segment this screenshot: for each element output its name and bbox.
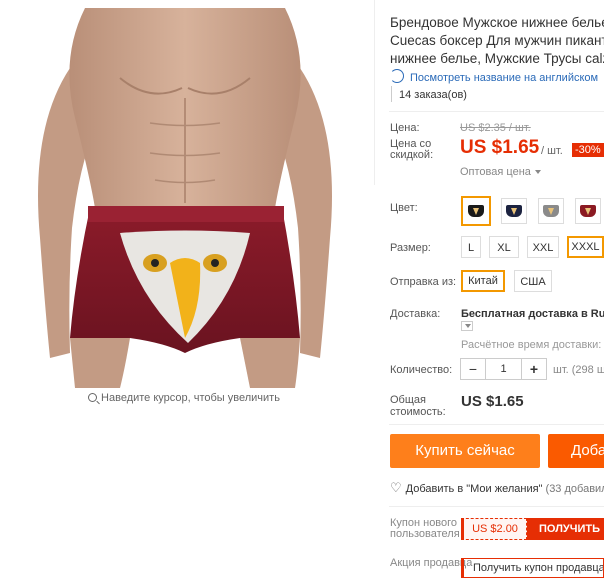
discount-price-label: Цена со скидкой: xyxy=(390,138,434,161)
swatch-image xyxy=(543,205,559,217)
color-swatch-gray[interactable] xyxy=(538,198,564,224)
translate-icon xyxy=(390,69,404,83)
zoom-hint: Наведите курсор, чтобы увеличить xyxy=(0,392,368,404)
ship-from-china[interactable]: Китай xyxy=(461,270,505,292)
buy-now-button[interactable]: Купить сейчас xyxy=(390,434,540,468)
divider xyxy=(389,506,604,507)
per-unit: / шт. xyxy=(541,145,563,157)
chevron-down-icon xyxy=(534,170,541,174)
chevron-down-icon xyxy=(465,324,471,328)
color-swatch-red[interactable] xyxy=(575,198,601,224)
product-title: Брендовое Мужское нижнее белье т Cuecas … xyxy=(390,15,604,66)
total-label: Общая стоимость: xyxy=(390,394,446,418)
delivery-value: Бесплатная доставка в Russ xyxy=(461,308,604,320)
minus-button[interactable]: − xyxy=(461,359,486,379)
quantity-stepper: − 1 + xyxy=(460,358,547,380)
divider xyxy=(389,424,604,425)
color-swatch-navy[interactable] xyxy=(501,198,527,224)
magnifier-icon xyxy=(88,393,98,402)
coupon-value: US $2.00 xyxy=(461,518,527,540)
coupon-label: Купон нового пользователя xyxy=(390,517,460,540)
plus-button[interactable]: + xyxy=(521,359,546,379)
quantity-note: шт. (298 ш xyxy=(553,364,604,376)
swatch-image xyxy=(580,205,596,217)
get-seller-coupon-button[interactable]: Получить купон продавца xyxy=(461,558,604,578)
divider xyxy=(374,0,375,185)
add-to-cart-button[interactable]: Доба xyxy=(548,434,604,468)
delivery-estimate: Расчётное время доставки: 30 xyxy=(461,339,604,351)
quantity-input[interactable]: 1 xyxy=(486,359,521,379)
discount-badge: -30% xyxy=(572,143,604,157)
orders-count: 14 заказа(ов) xyxy=(391,86,467,102)
color-label: Цвет: xyxy=(390,202,418,214)
size-option-l[interactable]: L xyxy=(461,236,481,258)
ship-from-usa[interactable]: США xyxy=(514,270,552,292)
get-coupon-button[interactable]: ПОЛУЧИТЬ xyxy=(527,518,604,540)
wishlist-link[interactable]: ♡Добавить в "Мои желания" (33 добавили xyxy=(390,480,604,496)
size-option-xxl[interactable]: XXL xyxy=(527,236,559,258)
product-image[interactable] xyxy=(10,8,360,388)
size-option-xl[interactable]: XL xyxy=(489,236,519,258)
wholesale-price-toggle[interactable]: Оптовая цена xyxy=(460,166,541,178)
current-price: US $1.65 xyxy=(460,137,540,158)
size-option-xxxl[interactable]: XXXL xyxy=(567,236,604,258)
ship-from-label: Отправка из: xyxy=(390,276,457,288)
size-label: Размер: xyxy=(390,242,431,254)
old-price: US $2.35 / шт. xyxy=(460,122,531,134)
total-value: US $1.65 xyxy=(461,393,524,410)
price-label: Цена: xyxy=(390,122,420,134)
heart-icon: ♡ xyxy=(390,480,402,495)
delivery-dropdown[interactable] xyxy=(461,321,473,331)
color-swatch-black[interactable] xyxy=(461,196,491,226)
delivery-label: Доставка: xyxy=(390,308,441,320)
quantity-label: Количество: xyxy=(390,364,453,376)
swatch-image xyxy=(506,205,522,217)
divider xyxy=(389,111,604,112)
promo-label: Акция продавца xyxy=(390,557,473,569)
translate-link[interactable]: Посмотреть название на английском xyxy=(390,69,598,84)
swatch-image xyxy=(468,205,484,217)
